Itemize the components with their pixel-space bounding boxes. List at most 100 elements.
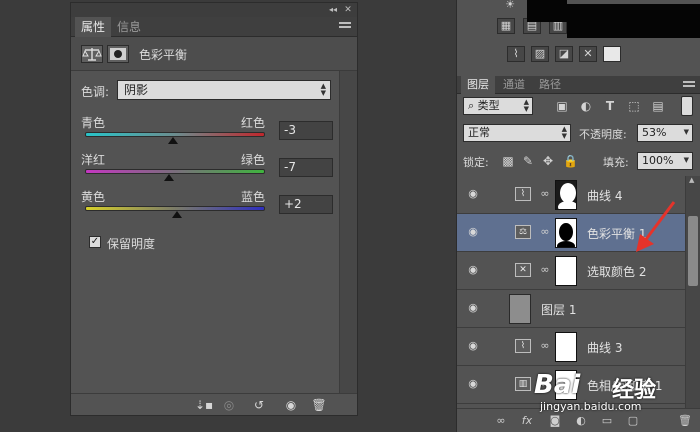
lock-all-icon[interactable]: 🔒 (563, 154, 578, 168)
opacity-label: 不透明度: (579, 128, 627, 141)
slider-cyan-label: 青色 (81, 116, 106, 130)
add-mask-icon[interactable]: ◙ (547, 414, 563, 428)
visibility-eye-icon[interactable]: ◉ (283, 398, 299, 412)
lock-position-icon[interactable]: ✥ (541, 154, 555, 168)
annotation-red-arrow (636, 201, 676, 252)
scroll-up-arrow-icon[interactable]: ▲ (689, 176, 694, 184)
properties-header: 色彩平衡 (71, 37, 357, 71)
gradient-map-icon[interactable]: ▨ (531, 46, 549, 62)
layer-mask-thumbnail[interactable] (555, 180, 577, 210)
yellow-blue-value-input[interactable]: +2 (279, 195, 333, 214)
layers-scroll-thumb[interactable] (688, 216, 698, 286)
reset-icon[interactable]: ↺ (251, 398, 267, 412)
trash-icon[interactable]: 🗑 (311, 398, 327, 412)
redacted-region (527, 0, 567, 22)
layers-scrollbar[interactable]: ▲ (685, 176, 700, 408)
layer-visibility-eye-icon[interactable]: ◉ (467, 188, 479, 200)
filter-kind-select[interactable]: ⌕ 类型 ▲ ▼ (463, 97, 533, 115)
layer-visibility-eye-icon[interactable]: ◉ (467, 340, 479, 352)
layer-name: 曲线 3 (587, 341, 623, 355)
new-adjustment-icon[interactable]: ◐ (573, 414, 589, 428)
collapse-panel-icon[interactable]: ◂◂ (325, 3, 341, 17)
tab-info[interactable]: 信息 (111, 17, 147, 37)
fill-input[interactable]: 100% ▼ (637, 152, 693, 170)
invert-icon[interactable] (603, 46, 621, 62)
tab-paths[interactable]: 路径 (533, 76, 567, 94)
cyan-red-slider-thumb[interactable] (168, 137, 179, 144)
layer-pixel-thumbnail[interactable] (509, 294, 531, 324)
chain-link-icon[interactable]: ∞ (540, 225, 550, 239)
layer-mask-icon[interactable] (107, 45, 129, 63)
curves-adjust-icon[interactable]: ⌇ (507, 46, 525, 62)
layer-visibility-eye-icon[interactable]: ◉ (467, 226, 479, 238)
chain-link-icon[interactable]: ∞ (540, 263, 550, 277)
lock-row: 锁定: ▩ ✎ ✥ 🔒 填充: 100% ▼ (457, 150, 700, 172)
filter-toggle-switch[interactable] (681, 96, 693, 116)
filter-adjustment-icon[interactable]: ◐ (579, 99, 593, 113)
select-arrows-icon: ▲ ▼ (523, 98, 529, 113)
lock-transparent-icon[interactable]: ▩ (501, 154, 515, 168)
color-balance-layer-icon: ⚖ (515, 225, 531, 239)
view-previous-state-icon[interactable]: ◎ (221, 398, 237, 412)
layer-visibility-eye-icon[interactable]: ◉ (467, 302, 479, 314)
layer-name: 选取颜色 2 (587, 265, 647, 279)
delete-layer-icon[interactable]: 🗑 (677, 414, 693, 428)
adjust-icon-a[interactable]: ▦ (497, 18, 515, 34)
link-layers-icon[interactable]: ∞ (493, 414, 509, 428)
layer-mask-thumbnail[interactable] (555, 256, 577, 286)
layer-row-layer-1[interactable]: ◉ 图层 1 (457, 290, 685, 328)
filter-smart-object-icon[interactable]: ▤ (651, 99, 665, 113)
chain-link-icon[interactable]: ∞ (540, 187, 550, 201)
tab-properties[interactable]: 属性 (75, 17, 112, 37)
properties-footer: ⇣▪ ◎ ↺ ◉ 🗑 (71, 393, 357, 415)
blend-mode-select[interactable]: 正常 ▲ ▼ (463, 124, 571, 142)
brightness-icon[interactable]: ☀ (501, 0, 519, 14)
layer-mask-thumbnail[interactable] (555, 332, 577, 362)
magenta-green-value-input[interactable]: -7 (279, 158, 333, 177)
yellow-blue-slider-thumb[interactable] (171, 211, 182, 218)
dropdown-arrow-icon: ▼ (683, 128, 689, 136)
fill-value: 100% (642, 154, 674, 167)
tone-select[interactable]: 阴影 ▲ ▼ (117, 80, 331, 100)
layer-name: 图层 1 (541, 303, 577, 317)
filter-type-icon[interactable]: T (603, 99, 617, 113)
panel-menu-icon[interactable] (339, 22, 351, 32)
clip-to-layer-icon[interactable]: ⇣▪ (195, 398, 213, 412)
fill-label: 填充: (603, 156, 629, 169)
layer-visibility-eye-icon[interactable]: ◉ (467, 378, 479, 390)
magenta-green-slider-thumb[interactable] (163, 174, 174, 181)
layer-name: 曲线 4 (587, 189, 623, 203)
threshold-icon[interactable]: ◪ (555, 46, 573, 62)
layer-mask-thumbnail[interactable] (555, 218, 577, 248)
lock-paint-icon[interactable]: ✎ (521, 154, 535, 168)
magenta-green-slider-track[interactable] (85, 169, 265, 174)
new-group-icon[interactable]: ▭ (599, 414, 615, 428)
preserve-luminosity-checkbox[interactable]: ✓ (89, 236, 101, 248)
new-layer-icon[interactable]: ▢ (625, 414, 641, 428)
opacity-input[interactable]: 53% ▼ (637, 124, 693, 142)
tab-channels[interactable]: 通道 (497, 76, 531, 94)
slider-blue-label: 蓝色 (241, 190, 266, 204)
cyan-red-value-input[interactable]: -3 (279, 121, 333, 140)
chain-link-icon[interactable]: ∞ (540, 339, 550, 353)
blend-row: 正常 ▲ ▼ 不透明度: 53% ▼ (457, 122, 700, 144)
slider-yellow-label: 黄色 (81, 190, 106, 204)
blend-mode-value: 正常 (468, 126, 490, 139)
layer-style-fx-icon[interactable]: fx (519, 414, 535, 428)
close-panel-icon[interactable]: ✕ (341, 3, 355, 17)
watermark-url: jingyan.baidu.com (540, 400, 642, 413)
layer-visibility-eye-icon[interactable]: ◉ (467, 264, 479, 276)
redacted-region-2 (567, 4, 700, 38)
opacity-value: 53% (642, 126, 667, 139)
filter-search-icon: ⌕ (468, 99, 478, 112)
curves-layer-icon: ⌇ (515, 187, 531, 201)
filter-shape-icon[interactable]: ⬚ (627, 99, 641, 113)
layer-row-selective-color-2[interactable]: ◉ ✕ ∞ 选取颜色 2 (457, 252, 685, 290)
selective-color-icon[interactable]: ✕ (579, 46, 597, 62)
layers-menu-icon[interactable] (683, 81, 695, 91)
filter-pixel-icon[interactable]: ▣ (555, 99, 569, 113)
tab-layers[interactable]: 图层 (461, 76, 495, 94)
properties-scrollbar[interactable] (339, 71, 357, 393)
preserve-luminosity-label: 保留明度 (107, 237, 156, 251)
layer-row-curves-3[interactable]: ◉ ⌇ ∞ 曲线 3 (457, 328, 685, 366)
